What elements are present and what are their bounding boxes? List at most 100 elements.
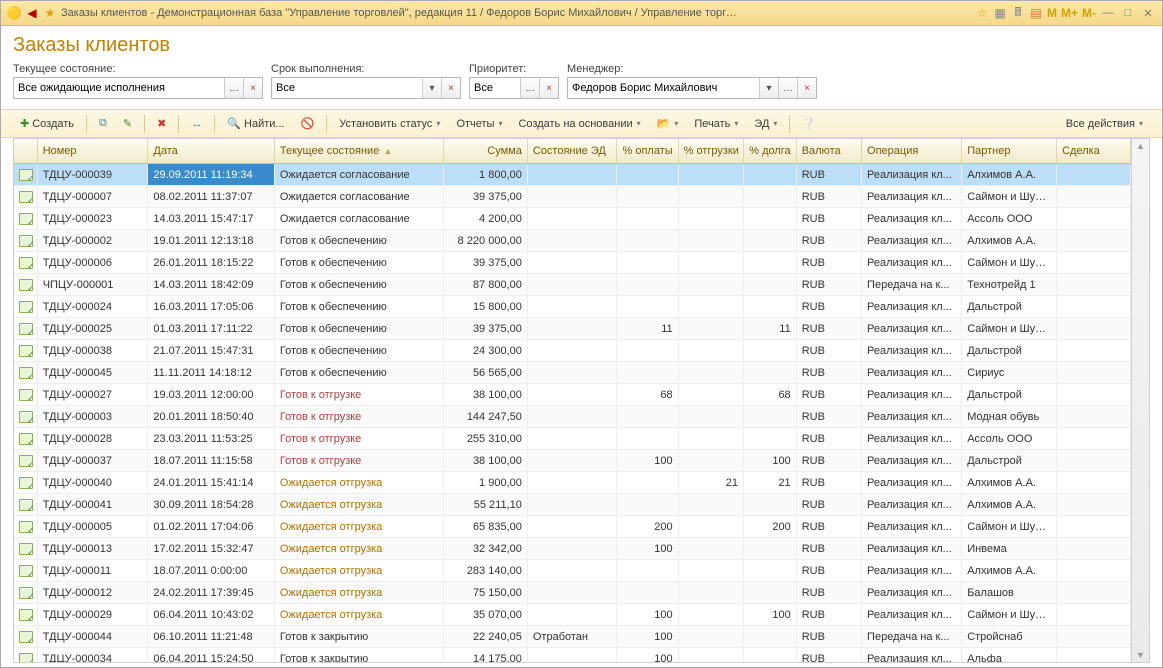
table-row[interactable]: ТДЦУ-00002906.04.2011 10:43:02Ожидается … — [14, 604, 1131, 626]
mminus-button[interactable]: M- — [1082, 6, 1096, 20]
fav-icon[interactable]: ★ — [43, 6, 57, 20]
clear-icon[interactable]: × — [539, 78, 558, 98]
filter-deadline-input[interactable] — [272, 82, 422, 94]
col-state[interactable]: Текущее состояние▲ — [274, 139, 443, 164]
cell-sum: 32 342,00 — [443, 538, 527, 560]
cell-state: Готов к отгрузке — [274, 406, 443, 428]
table-row[interactable]: ТДЦУ-00004511.11.2011 14:18:12Готов к об… — [14, 362, 1131, 384]
filter-manager[interactable]: ▾ … × — [567, 77, 817, 99]
clear-icon[interactable]: × — [243, 78, 262, 98]
table-row[interactable]: ТДЦУ-00004406.10.2011 11:21:48Готов к за… — [14, 626, 1131, 648]
ellipsis-icon[interactable]: … — [778, 78, 797, 98]
filter-deadline[interactable]: ▾ × — [271, 77, 461, 99]
col-date[interactable]: Дата — [148, 139, 275, 164]
col-pay[interactable]: % оплаты — [617, 139, 678, 164]
col-debt[interactable]: % долга — [743, 139, 796, 164]
clear-find-button[interactable]: 🚫 — [294, 114, 322, 133]
col-ship[interactable]: % отгрузки — [678, 139, 743, 164]
table-row[interactable]: ТДЦУ-00002823.03.2011 11:53:25Готов к от… — [14, 428, 1131, 450]
filter-priority-input[interactable] — [470, 82, 520, 94]
row-icon — [14, 450, 37, 472]
clear-icon[interactable]: × — [797, 78, 816, 98]
table-row[interactable]: ТДЦУ-00001224.02.2011 17:39:45Ожидается … — [14, 582, 1131, 604]
table-row[interactable]: ТДЦУ-00003718.07.2011 11:15:58Готов к от… — [14, 450, 1131, 472]
table-row[interactable]: ТДЦУ-00002314.03.2011 15:47:17Ожидается … — [14, 208, 1131, 230]
help-button[interactable]: ❔ — [795, 114, 823, 133]
vertical-scrollbar[interactable]: ▲ ▼ — [1132, 138, 1150, 663]
table-row[interactable]: ТДЦУ-00000320.01.2011 18:50:40Готов к от… — [14, 406, 1131, 428]
table-row[interactable]: ТДЦУ-00000626.01.2011 18:15:22Готов к об… — [14, 252, 1131, 274]
filter-state[interactable]: … × — [13, 77, 263, 99]
find-button[interactable]: 🔍Найти... — [220, 114, 291, 133]
attach-button[interactable]: 📂▾ — [650, 114, 686, 133]
table-row[interactable]: ЧПЦУ-00000114.03.2011 18:42:09Готов к об… — [14, 274, 1131, 296]
col-operation[interactable]: Операция — [862, 139, 962, 164]
grid-header[interactable]: Номер Дата Текущее состояние▲ Сумма Сост… — [14, 139, 1131, 164]
set-status-button[interactable]: Установить статус▾ — [332, 115, 447, 133]
table-row[interactable]: ТДЦУ-00002719.03.2011 12:00:00Готов к от… — [14, 384, 1131, 406]
edit-button[interactable]: ✎ — [116, 114, 139, 133]
table-row[interactable]: ТДЦУ-00000501.02.2011 17:04:06Ожидается … — [14, 516, 1131, 538]
table-row[interactable]: ТДЦУ-00002416.03.2011 17:05:06Готов к об… — [14, 296, 1131, 318]
cell-sum: 87 800,00 — [443, 274, 527, 296]
ellipsis-icon[interactable]: … — [520, 78, 539, 98]
cell-pay — [617, 296, 678, 318]
scroll-down-icon[interactable]: ▼ — [1136, 650, 1145, 660]
table-row[interactable]: ТДЦУ-00003929.09.2011 11:19:34Ожидается … — [14, 164, 1131, 186]
cell-deal — [1057, 428, 1131, 450]
col-number[interactable]: Номер — [37, 139, 148, 164]
col-partner[interactable]: Партнер — [962, 139, 1057, 164]
col-ed[interactable]: Состояние ЭД — [527, 139, 617, 164]
print-button[interactable]: Печать▾ — [687, 115, 745, 133]
back-icon[interactable]: ◀ — [25, 6, 39, 20]
table-row[interactable]: ТДЦУ-00003406.04.2011 15:24:50Готов к за… — [14, 648, 1131, 664]
reports-button[interactable]: Отчеты▾ — [449, 115, 509, 133]
create-button[interactable]: ✚Создать — [13, 114, 81, 133]
ellipsis-icon[interactable]: … — [224, 78, 243, 98]
delete-button[interactable]: ✖ — [150, 114, 173, 133]
cell-operation: Реализация кл... — [862, 472, 962, 494]
row-icon — [14, 252, 37, 274]
cell-debt — [743, 186, 796, 208]
orders-grid[interactable]: Номер Дата Текущее состояние▲ Сумма Сост… — [13, 138, 1132, 663]
table-row[interactable]: ТДЦУ-00000219.01.2011 12:13:18Готов к об… — [14, 230, 1131, 252]
cell-date: 01.03.2011 17:11:22 — [148, 318, 275, 340]
cell-sum: 4 200,00 — [443, 208, 527, 230]
cell-operation: Передача на к... — [862, 274, 962, 296]
scroll-up-icon[interactable]: ▲ — [1136, 141, 1145, 151]
cell-sum: 14 175,00 — [443, 648, 527, 664]
col-currency[interactable]: Валюта — [796, 139, 861, 164]
cell-sum: 1 900,00 — [443, 472, 527, 494]
refresh-button[interactable]: ↔ — [184, 115, 209, 133]
col-sum[interactable]: Сумма — [443, 139, 527, 164]
table-row[interactable]: ТДЦУ-00004024.01.2011 15:41:14Ожидается … — [14, 472, 1131, 494]
table-row[interactable]: ТДЦУ-00001317.02.2011 15:32:47Ожидается … — [14, 538, 1131, 560]
dropdown-icon[interactable]: ▾ — [759, 78, 778, 98]
minimize-button[interactable]: — — [1100, 7, 1116, 19]
col-icon[interactable] — [14, 139, 37, 164]
filter-priority[interactable]: … × — [469, 77, 559, 99]
close-button[interactable]: ✕ — [1140, 7, 1156, 20]
create-based-button[interactable]: Создать на основании▾ — [511, 115, 647, 133]
all-actions-button[interactable]: Все действия▾ — [1059, 115, 1150, 133]
ed-button[interactable]: ЭД▾ — [747, 115, 784, 133]
col-deal[interactable]: Сделка — [1057, 139, 1131, 164]
filter-manager-input[interactable] — [568, 82, 759, 94]
filter-state-input[interactable] — [14, 82, 224, 94]
table-row[interactable]: ТДЦУ-00004130.09.2011 18:54:28Ожидается … — [14, 494, 1131, 516]
table-row[interactable]: ТДЦУ-00003821.07.2011 15:47:31Готов к об… — [14, 340, 1131, 362]
cell-number: ТДЦУ-000024 — [37, 296, 148, 318]
tool-icon[interactable]: ▦ — [993, 6, 1007, 20]
clear-icon[interactable]: × — [441, 78, 460, 98]
calendar-icon[interactable]: ▤ — [1029, 6, 1043, 20]
table-row[interactable]: ТДЦУ-00002501.03.2011 17:11:22Готов к об… — [14, 318, 1131, 340]
copy-button[interactable]: ⧉ — [92, 114, 114, 133]
m-button[interactable]: M — [1047, 6, 1057, 20]
dropdown-icon[interactable]: ▾ — [422, 78, 441, 98]
mplus-button[interactable]: M+ — [1061, 6, 1078, 20]
bookmark-icon[interactable]: ☆ — [975, 6, 989, 20]
table-row[interactable]: ТДЦУ-00000708.02.2011 11:37:07Ожидается … — [14, 186, 1131, 208]
table-row[interactable]: ТДЦУ-00001118.07.2011 0:00:00Ожидается о… — [14, 560, 1131, 582]
calc-icon[interactable]: 🖩 — [1011, 6, 1025, 20]
maximize-button[interactable]: □ — [1120, 7, 1136, 19]
